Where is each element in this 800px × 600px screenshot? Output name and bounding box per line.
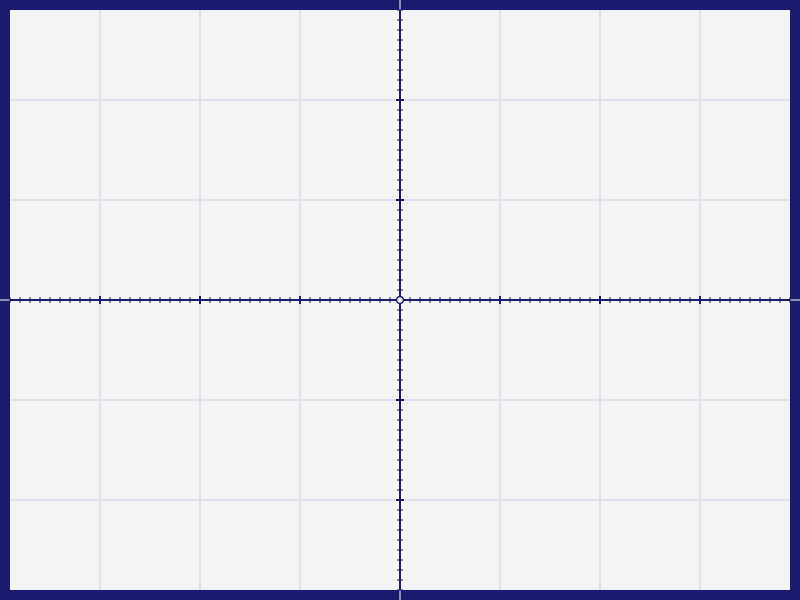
- graph-canvas[interactable]: [0, 0, 800, 600]
- crosshair-icon: [395, 295, 405, 305]
- graph-window: [0, 0, 800, 600]
- origin-marker-circle: [395, 295, 405, 305]
